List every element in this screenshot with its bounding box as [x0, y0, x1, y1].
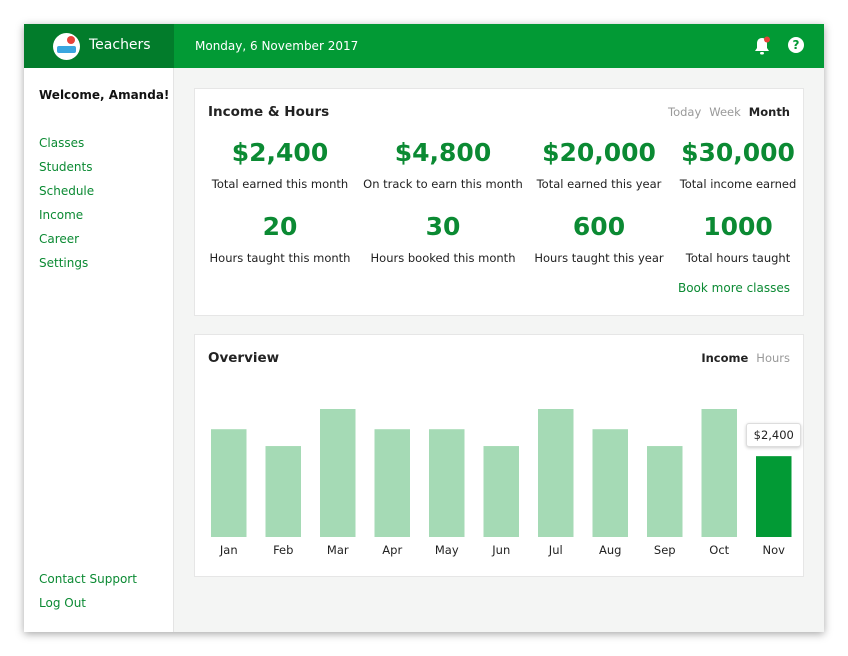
- period-selector: Today Week Month: [668, 105, 790, 119]
- period-month[interactable]: Month: [749, 105, 790, 119]
- book-more-classes-link[interactable]: Book more classes: [678, 281, 790, 295]
- bar-tooltip: $2,400: [746, 423, 802, 448]
- stat-label: Total hours taught: [685, 251, 791, 265]
- x-tick-label: May: [435, 543, 459, 557]
- chart-bar-apr[interactable]: [374, 429, 411, 537]
- app-title: Teachers: [89, 37, 151, 53]
- chart-bar-sep[interactable]: [647, 446, 683, 537]
- x-tick-label: Aug: [599, 543, 621, 557]
- welcome-text: Welcome, Amanda!: [39, 88, 170, 102]
- stat-earned-year: $20,000 Total earned this year: [519, 138, 679, 191]
- chart-bar-oct[interactable]: [701, 409, 738, 537]
- period-today[interactable]: Today: [668, 105, 701, 119]
- stat-value: 1000: [703, 212, 773, 241]
- logo-icon: [53, 33, 80, 60]
- x-tick-label: Mar: [327, 543, 349, 557]
- stat-hours-booked: 30 Hours booked this month: [363, 212, 523, 265]
- stat-value: 600: [572, 212, 626, 241]
- x-tick-label: Nov: [763, 543, 786, 557]
- chart-bar-jul[interactable]: [538, 409, 574, 537]
- current-date: Monday, 6 November 2017: [195, 39, 359, 53]
- income-hours-title: Income & Hours: [208, 104, 330, 120]
- period-week[interactable]: Week: [709, 105, 741, 119]
- stat-value: $2,400: [231, 138, 329, 167]
- sidebar-nav: Classes Students Schedule Income Career …: [39, 136, 94, 280]
- stat-label: Hours taught this year: [534, 251, 664, 265]
- income-hours-card: Income & Hours Today Week Month $2,400 T…: [194, 88, 804, 316]
- stat-value: $4,800: [394, 138, 492, 167]
- sidebar-footer: Contact Support Log Out: [39, 572, 137, 620]
- help-icon[interactable]: ?: [788, 37, 804, 53]
- stat-hours-year: 600 Hours taught this year: [519, 212, 679, 265]
- stat-value: $30,000: [681, 138, 795, 167]
- stat-on-track-month: $4,800 On track to earn this month: [363, 138, 523, 191]
- bell-icon[interactable]: [753, 36, 771, 56]
- log-out-link[interactable]: Log Out: [39, 596, 137, 620]
- stat-label: Total income earned: [679, 177, 797, 191]
- x-tick-label: Apr: [382, 543, 402, 557]
- stat-label: On track to earn this month: [363, 177, 523, 191]
- logo-band: [57, 46, 76, 53]
- chart-bar-feb[interactable]: [265, 446, 302, 537]
- chart-bar-nov[interactable]: [756, 456, 792, 537]
- chart-bar-aug[interactable]: [592, 429, 629, 537]
- x-tick-label: Oct: [709, 543, 729, 557]
- sidebar: Welcome, Amanda! Classes Students Schedu…: [24, 68, 174, 632]
- sidebar-item-career[interactable]: Career: [39, 232, 94, 256]
- x-tick-label: Sep: [654, 543, 676, 557]
- sidebar-item-schedule[interactable]: Schedule: [39, 184, 94, 208]
- chart-bar-jun[interactable]: [483, 446, 520, 537]
- brand-area[interactable]: Teachers: [24, 24, 174, 68]
- stat-hours-month: 20 Hours taught this month: [200, 212, 360, 265]
- stat-label: Hours taught this month: [209, 251, 351, 265]
- stat-label: Total earned this year: [536, 177, 662, 191]
- stat-income-total: $30,000 Total income earned: [658, 138, 818, 191]
- chart-bar-jan[interactable]: [211, 429, 247, 537]
- chart-bar-may[interactable]: [429, 429, 465, 537]
- sidebar-item-classes[interactable]: Classes: [39, 136, 94, 160]
- top-bar: Teachers Monday, 6 November 2017 ?: [24, 24, 824, 68]
- stat-label: Hours booked this month: [370, 251, 516, 265]
- chart-bar-mar[interactable]: [320, 409, 356, 537]
- overview-bar-chart: Jan Feb Mar Apr May Jun Jul Aug Sep Oct Nov: [211, 409, 792, 557]
- x-tick-label: Jul: [548, 543, 563, 557]
- x-tick-label: Jun: [491, 543, 510, 557]
- stat-earned-month: $2,400 Total earned this month: [200, 138, 360, 191]
- stat-hours-total: 1000 Total hours taught: [658, 212, 818, 265]
- logo-dot: [67, 36, 75, 44]
- x-tick-label: Jan: [219, 543, 238, 557]
- x-tick-label: Feb: [273, 543, 293, 557]
- contact-support-link[interactable]: Contact Support: [39, 572, 137, 596]
- stat-value: 30: [425, 212, 461, 241]
- stat-value: $20,000: [542, 138, 656, 167]
- app-window: Teachers Monday, 6 November 2017 ? Welco…: [24, 24, 824, 632]
- overview-card: Overview Income Hours Jan Feb Mar Apr May Jun…: [194, 334, 804, 577]
- stat-value: 20: [262, 212, 298, 241]
- sidebar-item-income[interactable]: Income: [39, 208, 94, 232]
- sidebar-item-students[interactable]: Students: [39, 160, 94, 184]
- sidebar-item-settings[interactable]: Settings: [39, 256, 94, 280]
- stat-label: Total earned this month: [211, 177, 349, 191]
